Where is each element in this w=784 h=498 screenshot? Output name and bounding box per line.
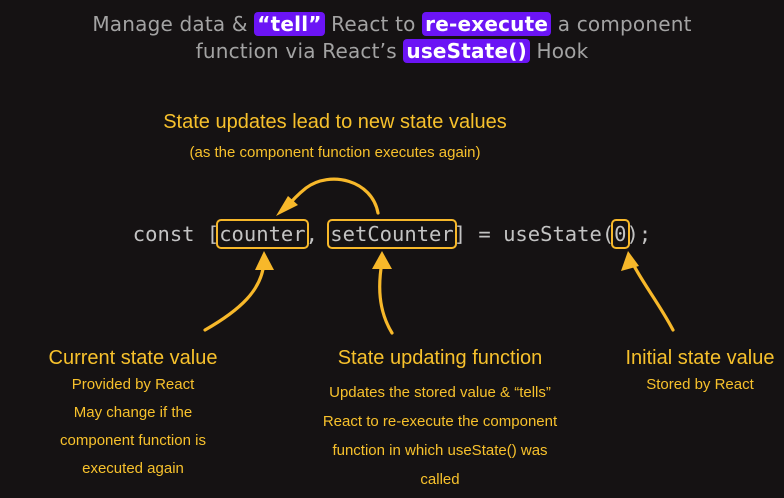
updater-note: State updating function Updates the stor… [300,345,580,494]
loop-arrow [284,177,380,215]
initial-value-note: Initial state value Stored by React [620,345,780,395]
current-state-subtitle: Provided by React [71,376,195,393]
updater-arrowhead [372,251,392,269]
current-state-detail: May change if the component function is … [60,404,206,477]
initial-value-arrow [630,260,675,332]
current-value-arrow [203,260,266,332]
updater-arrow [378,260,394,335]
current-state-note: Current state value Provided by React Ma… [38,345,228,483]
updater-title: State updating function [337,347,543,369]
initial-value-title: Initial state value [625,347,775,369]
updater-detail: Updates the stored value & “tells” React… [322,384,558,488]
current-value-arrowhead [255,251,274,270]
current-state-title: Current state value [48,347,218,369]
initial-value-subtitle: Stored by React [646,376,754,393]
